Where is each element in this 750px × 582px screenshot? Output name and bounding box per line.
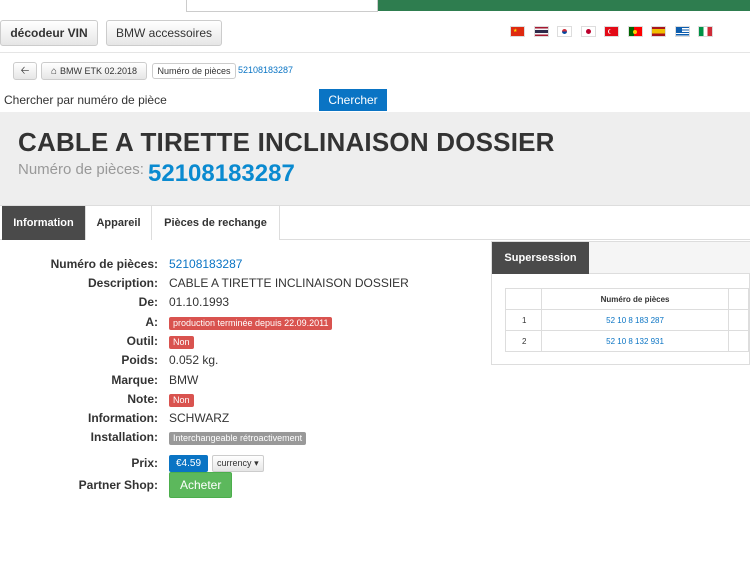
bmw-accessories-button[interactable]: BMW accessoires xyxy=(106,20,222,46)
detail-label: Partner Shop: xyxy=(78,478,158,492)
row-extra-cell xyxy=(728,309,749,331)
japan-flag-icon[interactable] xyxy=(580,26,596,37)
detail-weight: 0.052 kg. xyxy=(169,353,219,367)
detail-label: Note: xyxy=(127,392,158,406)
part-number: 52108183287 xyxy=(148,160,295,187)
back-button[interactable]: 🡠 xyxy=(13,62,37,80)
supersession-table: Numéro de pièces 1 52 10 8 183 287 2 52 … xyxy=(505,288,749,352)
china-flag-icon[interactable]: ★ xyxy=(510,26,525,37)
detail-label: De: xyxy=(138,295,158,309)
part-number-label: Numéro de pièces: xyxy=(18,161,144,178)
tab-appareil[interactable]: Appareil xyxy=(86,206,152,240)
supersession-panel: Supersession Numéro de pièces 1 52 10 8 … xyxy=(491,241,750,365)
detail-brand: BMW xyxy=(169,373,199,387)
caret-down-icon: ▾ xyxy=(254,457,259,468)
detail-number-link[interactable]: 52108183287 xyxy=(169,257,242,271)
page-title: CABLE A TIRETTE INCLINAISON DOSSIER xyxy=(18,127,555,157)
detail-label: Description: xyxy=(87,276,158,290)
row-index: 2 xyxy=(505,330,542,352)
tool-badge: Non xyxy=(169,335,194,349)
turkey-flag-icon[interactable] xyxy=(604,26,619,37)
index-column-header xyxy=(505,288,542,310)
row-part-number-link[interactable]: 52 10 8 132 931 xyxy=(540,330,730,352)
arrow-left-icon: 🡠 xyxy=(20,64,30,77)
row-index: 1 xyxy=(505,309,542,331)
detail-label: Installation: xyxy=(90,430,158,444)
table-row: 1 52 10 8 183 287 xyxy=(505,309,749,331)
search-label: Chercher par numéro de pièce xyxy=(4,93,167,107)
detail-label: Marque: xyxy=(111,373,158,387)
top-search-input-fragment[interactable] xyxy=(186,0,378,12)
detail-label: Poids: xyxy=(121,353,158,367)
detail-information: SCHWARZ xyxy=(169,411,230,425)
breadcrumb-part-link[interactable]: 52108183287 xyxy=(238,65,293,75)
thailand-flag-icon[interactable] xyxy=(533,26,549,37)
korea-flag-icon[interactable] xyxy=(557,26,572,37)
portugal-flag-icon[interactable] xyxy=(627,26,643,37)
home-icon: ⌂ xyxy=(50,65,57,77)
greece-flag-icon[interactable] xyxy=(674,26,690,37)
header-divider xyxy=(0,52,750,53)
detail-label: Numéro de pièces: xyxy=(50,257,158,271)
price-badge: €4.59 xyxy=(169,454,209,472)
language-flags: ★ xyxy=(510,26,722,37)
breadcrumb-parts[interactable]: Numéro de pièces xyxy=(152,63,236,79)
currency-dropdown[interactable]: currency ▾ xyxy=(212,454,264,472)
part-header: CABLE A TIRETTE INCLINAISON DOSSIER Numé… xyxy=(0,112,750,206)
tab-information[interactable]: Information xyxy=(2,206,86,240)
vin-decoder-button[interactable]: décodeur VIN xyxy=(0,20,98,46)
detail-description: CABLE A TIRETTE INCLINAISON DOSSIER xyxy=(169,276,409,290)
breadcrumb-catalog[interactable]: ⌂ BMW ETK 02.2018 xyxy=(41,62,147,80)
spain-flag-icon[interactable] xyxy=(651,26,666,37)
row-part-number-link[interactable]: 52 10 8 183 287 xyxy=(540,309,730,331)
search-button[interactable]: Chercher xyxy=(319,89,387,111)
note-badge: Non xyxy=(169,393,194,407)
detail-label: Outil: xyxy=(126,334,158,348)
detail-label: A: xyxy=(145,315,158,329)
part-number-column-header: Numéro de pièces xyxy=(540,288,730,310)
top-banner-fragment xyxy=(378,0,750,11)
detail-label: Information: xyxy=(88,411,158,425)
tab-supersession[interactable]: Supersession xyxy=(492,242,589,274)
detail-label: Prix: xyxy=(131,456,158,470)
row-extra-cell xyxy=(728,330,749,352)
italy-flag-icon[interactable] xyxy=(698,26,713,37)
buy-button[interactable]: Acheter xyxy=(169,472,233,498)
extra-column-header xyxy=(728,288,749,310)
table-header-row: Numéro de pièces xyxy=(505,288,749,310)
detail-from-date: 01.10.1993 xyxy=(169,295,230,309)
supersession-header: Supersession xyxy=(492,242,750,274)
catalog-label: BMW ETK 02.2018 xyxy=(60,66,138,76)
tab-bar: Information Appareil Pièces de rechange xyxy=(0,206,750,240)
tab-spare-parts[interactable]: Pièces de rechange xyxy=(152,206,280,240)
currency-label: currency xyxy=(217,457,252,468)
production-ended-badge: production terminée depuis 22.09.2011 xyxy=(169,316,333,330)
table-row: 2 52 10 8 132 931 xyxy=(505,330,749,352)
installation-badge: Interchangeable rétroactivement xyxy=(169,431,307,445)
